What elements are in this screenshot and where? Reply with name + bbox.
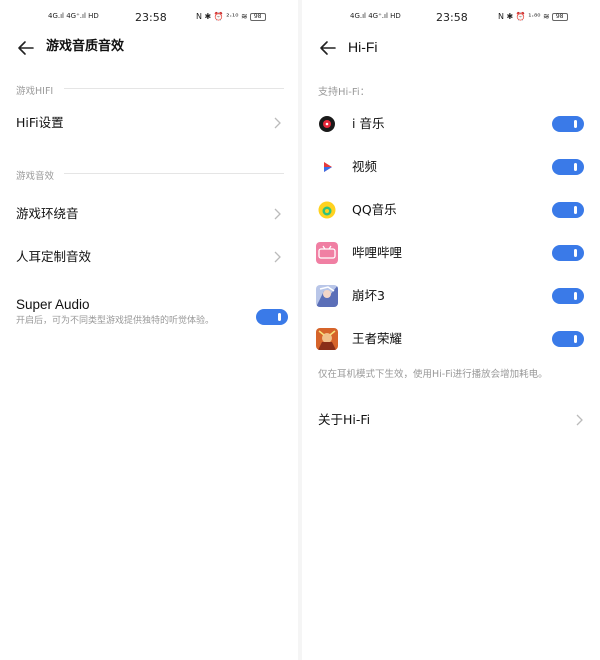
about-hifi-label: 关于Hi-Fi (318, 412, 371, 427)
super-audio-label: Super Audio (16, 297, 90, 312)
app-row-video: 视频 (316, 156, 586, 180)
honor-of-kings-toggle[interactable] (552, 331, 584, 347)
super-audio-description: 开启后，可为不同类型游戏提供独特的听觉体验。 (16, 316, 215, 326)
surround-label: 游戏环绕音 (16, 206, 79, 221)
chevron-right-icon (576, 414, 583, 426)
status-bar: 4G.ıl 4G⁺.ıl HD 23:58 N ✱ ⏰ ²·¹⁰ ≋ 98 (0, 10, 298, 26)
battery-icon: 98 (551, 12, 568, 21)
qq-music-toggle[interactable] (552, 202, 584, 218)
app-row-honor-of-kings: 王者荣耀 (316, 328, 586, 352)
honor-of-kings-icon (316, 328, 338, 350)
app-name: 视频 (352, 159, 378, 174)
app-name: i 音乐 (352, 116, 385, 131)
chevron-right-icon (274, 208, 281, 220)
hifi-note: 仅在耳机模式下生效，使用Hi-Fi进行播放会增加耗电。 (318, 369, 548, 380)
app-name: 哔哩哔哩 (352, 245, 403, 260)
section-divider (64, 173, 284, 174)
app-name: 王者荣耀 (352, 331, 403, 346)
signal-icon: 4G.ıl 4G⁺.ıl HD (48, 12, 99, 20)
back-arrow-icon[interactable] (318, 38, 338, 58)
app-row-honkai: 崩坏3 (316, 285, 586, 309)
music-app-icon (319, 116, 335, 132)
i-music-toggle[interactable] (552, 116, 584, 132)
status-icons: N ✱ ⏰ ²·¹⁰ ≋ 98 (196, 12, 266, 21)
hifi-settings-row[interactable]: HiFi设置 (16, 115, 286, 139)
hifi-settings-label: HiFi设置 (16, 115, 64, 130)
page-title: 游戏音质音效 (46, 39, 125, 54)
app-name: 崩坏3 (352, 288, 385, 303)
header: 游戏音质音效 (0, 38, 298, 58)
page-title: Hi-Fi (348, 39, 378, 55)
header: Hi-Fi (302, 38, 600, 58)
custom-audio-row[interactable]: 人耳定制音效 (16, 249, 286, 273)
app-row-qq-music: QQ音乐 (316, 199, 586, 223)
status-bar: 4G.ıl 4G⁺.ıl HD 23:58 N ✱ ⏰ ¹·⁸⁰ ≋ 98 (302, 10, 600, 26)
surround-row[interactable]: 游戏环绕音 (16, 206, 286, 230)
about-hifi-row[interactable]: 关于Hi-Fi (318, 412, 588, 436)
status-time: 23:58 (436, 11, 468, 24)
app-row-i-music: i 音乐 (316, 113, 586, 137)
chevron-right-icon (274, 251, 281, 263)
left-screen: 4G.ıl 4G⁺.ıl HD 23:58 N ✱ ⏰ ²·¹⁰ ≋ 98 游戏音… (0, 0, 298, 660)
status-time: 23:58 (135, 11, 167, 24)
honkai-toggle[interactable] (552, 288, 584, 304)
chevron-right-icon (274, 117, 281, 129)
app-name: QQ音乐 (352, 202, 397, 217)
signal-icon: 4G.ıl 4G⁺.ıl HD (350, 12, 401, 20)
video-app-icon (324, 162, 332, 172)
section-title-hifi: 游戏HIFI (16, 86, 54, 97)
battery-icon: 98 (249, 12, 266, 21)
section-divider (64, 88, 284, 89)
video-toggle[interactable] (552, 159, 584, 175)
section-title-audio: 游戏音效 (16, 171, 55, 182)
app-row-bilibili: 哔哩哔哩 (316, 242, 586, 266)
bilibili-icon (316, 242, 338, 264)
back-arrow-icon[interactable] (16, 38, 36, 58)
status-icons: N ✱ ⏰ ¹·⁸⁰ ≋ 98 (498, 12, 568, 21)
right-screen: 4G.ıl 4G⁺.ıl HD 23:58 N ✱ ⏰ ¹·⁸⁰ ≋ 98 Hi-… (302, 0, 600, 660)
bilibili-toggle[interactable] (552, 245, 584, 261)
custom-audio-label: 人耳定制音效 (16, 249, 92, 264)
qq-music-icon (318, 201, 336, 219)
super-audio-toggle[interactable] (256, 309, 288, 325)
supported-apps-label: 支持Hi-Fi： (318, 87, 370, 98)
honkai-icon (316, 285, 338, 307)
